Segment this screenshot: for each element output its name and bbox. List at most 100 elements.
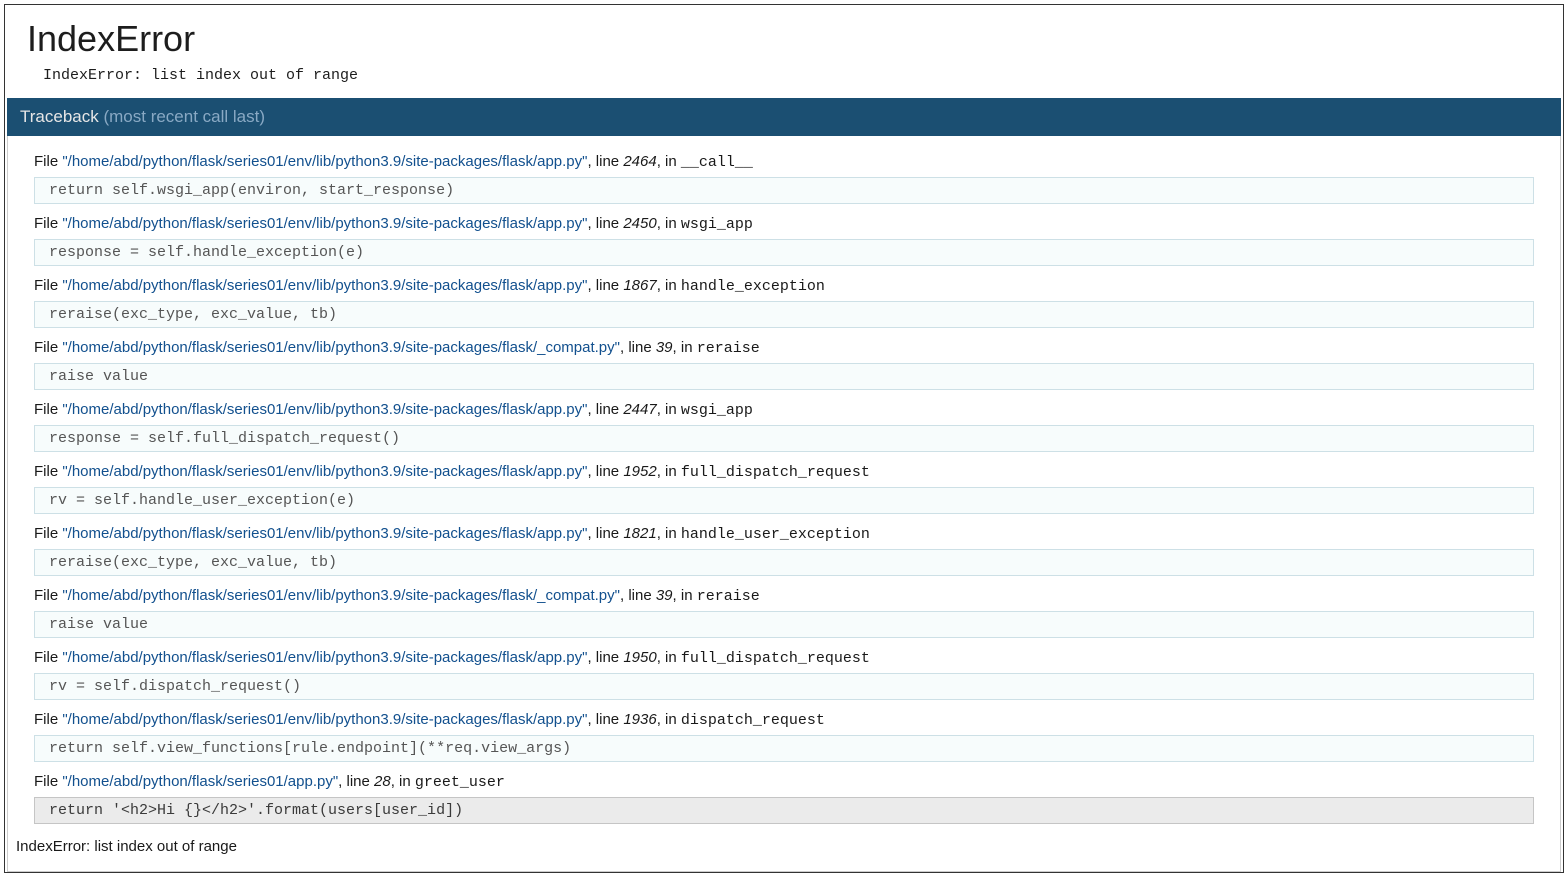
file-path: "/home/abd/python/flask/series01/env/lib…	[62, 525, 587, 542]
frame-header[interactable]: File "/home/abd/python/flask/series01/en…	[34, 148, 1534, 175]
line-number: 1821	[623, 525, 656, 542]
traceback-header: Traceback (most recent call last)	[7, 98, 1561, 136]
function-name: full_dispatch_request	[681, 464, 870, 481]
error-message: IndexError: list index out of range	[5, 65, 1563, 98]
file-label: File	[34, 401, 62, 418]
file-path: "/home/abd/python/flask/series01/env/lib…	[62, 649, 587, 666]
traceback-frame[interactable]: File "/home/abd/python/flask/series01/en…	[34, 582, 1534, 638]
function-name: __call__	[681, 154, 753, 171]
frame-header[interactable]: File "/home/abd/python/flask/series01/en…	[34, 210, 1534, 237]
code-line[interactable]: raise value	[34, 363, 1534, 390]
error-title: IndexError	[5, 5, 1563, 65]
in-label: , in	[657, 649, 681, 666]
line-number: 1936	[623, 711, 656, 728]
code-line[interactable]: return self.view_functions[rule.endpoint…	[34, 735, 1534, 762]
line-number: 2447	[623, 401, 656, 418]
line-number: 1867	[623, 277, 656, 294]
file-path: "/home/abd/python/flask/series01/env/lib…	[62, 587, 620, 604]
line-number: 28	[374, 773, 391, 790]
line-number: 39	[656, 339, 673, 356]
traceback-frame[interactable]: File "/home/abd/python/flask/series01/en…	[34, 458, 1534, 514]
in-label: , in	[673, 587, 697, 604]
file-path: "/home/abd/python/flask/series01/app.py"	[62, 773, 338, 790]
line-label: , line	[587, 277, 623, 294]
code-line[interactable]: return self.wsgi_app(environ, start_resp…	[34, 177, 1534, 204]
in-label: , in	[657, 215, 681, 232]
function-name: wsgi_app	[681, 216, 753, 233]
in-label: , in	[657, 525, 681, 542]
in-label: , in	[657, 277, 681, 294]
in-label: , in	[673, 339, 697, 356]
line-label: , line	[338, 773, 374, 790]
line-label: , line	[587, 711, 623, 728]
traceback-frame[interactable]: File "/home/abd/python/flask/series01/en…	[34, 334, 1534, 390]
function-name: wsgi_app	[681, 402, 753, 419]
line-label: , line	[587, 153, 623, 170]
in-label: , in	[657, 711, 681, 728]
traceback-frame[interactable]: File "/home/abd/python/flask/series01/en…	[34, 644, 1534, 700]
frame-header[interactable]: File "/home/abd/python/flask/series01/en…	[34, 396, 1534, 423]
file-label: File	[34, 587, 62, 604]
traceback-body: File "/home/abd/python/flask/series01/en…	[7, 136, 1561, 872]
traceback-frame[interactable]: File "/home/abd/python/flask/series01/ap…	[34, 768, 1534, 824]
frame-header[interactable]: File "/home/abd/python/flask/series01/en…	[34, 644, 1534, 671]
line-label: , line	[620, 339, 656, 356]
code-line[interactable]: raise value	[34, 611, 1534, 638]
function-name: reraise	[697, 588, 760, 605]
code-line[interactable]: response = self.handle_exception(e)	[34, 239, 1534, 266]
line-number: 2450	[623, 215, 656, 232]
file-path: "/home/abd/python/flask/series01/env/lib…	[62, 463, 587, 480]
traceback-frame[interactable]: File "/home/abd/python/flask/series01/en…	[34, 396, 1534, 452]
code-line[interactable]: return '<h2>Hi {}</h2>'.format(users[use…	[34, 797, 1534, 824]
frame-header[interactable]: File "/home/abd/python/flask/series01/en…	[34, 582, 1534, 609]
frame-header[interactable]: File "/home/abd/python/flask/series01/en…	[34, 272, 1534, 299]
file-path: "/home/abd/python/flask/series01/env/lib…	[62, 153, 587, 170]
file-label: File	[34, 525, 62, 542]
function-name: dispatch_request	[681, 712, 825, 729]
traceback-frame[interactable]: File "/home/abd/python/flask/series01/en…	[34, 706, 1534, 762]
file-path: "/home/abd/python/flask/series01/env/lib…	[62, 339, 620, 356]
file-label: File	[34, 153, 62, 170]
traceback-frame[interactable]: File "/home/abd/python/flask/series01/en…	[34, 520, 1534, 576]
file-label: File	[34, 711, 62, 728]
line-number: 1950	[623, 649, 656, 666]
line-label: , line	[587, 463, 623, 480]
in-label: , in	[391, 773, 415, 790]
code-line[interactable]: reraise(exc_type, exc_value, tb)	[34, 549, 1534, 576]
file-path: "/home/abd/python/flask/series01/env/lib…	[62, 711, 587, 728]
traceback-frame[interactable]: File "/home/abd/python/flask/series01/en…	[34, 210, 1534, 266]
file-label: File	[34, 463, 62, 480]
in-label: , in	[657, 463, 681, 480]
file-label: File	[34, 339, 62, 356]
code-line[interactable]: response = self.full_dispatch_request()	[34, 425, 1534, 452]
code-line[interactable]: rv = self.handle_user_exception(e)	[34, 487, 1534, 514]
file-path: "/home/abd/python/flask/series01/env/lib…	[62, 277, 587, 294]
line-number: 39	[656, 587, 673, 604]
line-label: , line	[587, 215, 623, 232]
in-label: , in	[657, 401, 681, 418]
code-line[interactable]: rv = self.dispatch_request()	[34, 673, 1534, 700]
frame-header[interactable]: File "/home/abd/python/flask/series01/en…	[34, 334, 1534, 361]
function-name: greet_user	[415, 774, 505, 791]
traceback-label: Traceback	[20, 107, 99, 126]
file-label: File	[34, 215, 62, 232]
traceback-frame[interactable]: File "/home/abd/python/flask/series01/en…	[34, 272, 1534, 328]
frame-header[interactable]: File "/home/abd/python/flask/series01/en…	[34, 706, 1534, 733]
file-path: "/home/abd/python/flask/series01/env/lib…	[62, 401, 587, 418]
line-label: , line	[587, 401, 623, 418]
code-line[interactable]: reraise(exc_type, exc_value, tb)	[34, 301, 1534, 328]
final-error-message: IndexError: list index out of range	[8, 830, 1560, 861]
function-name: handle_user_exception	[681, 526, 870, 543]
traceback-frame[interactable]: File "/home/abd/python/flask/series01/en…	[34, 148, 1534, 204]
error-page: IndexError IndexError: list index out of…	[4, 4, 1564, 873]
function-name: full_dispatch_request	[681, 650, 870, 667]
line-label: , line	[587, 649, 623, 666]
line-label: , line	[587, 525, 623, 542]
traceback-sublabel: (most recent call last)	[103, 107, 265, 126]
frame-header[interactable]: File "/home/abd/python/flask/series01/en…	[34, 520, 1534, 547]
frame-header[interactable]: File "/home/abd/python/flask/series01/ap…	[34, 768, 1534, 795]
frame-header[interactable]: File "/home/abd/python/flask/series01/en…	[34, 458, 1534, 485]
file-label: File	[34, 649, 62, 666]
line-label: , line	[620, 587, 656, 604]
function-name: handle_exception	[681, 278, 825, 295]
